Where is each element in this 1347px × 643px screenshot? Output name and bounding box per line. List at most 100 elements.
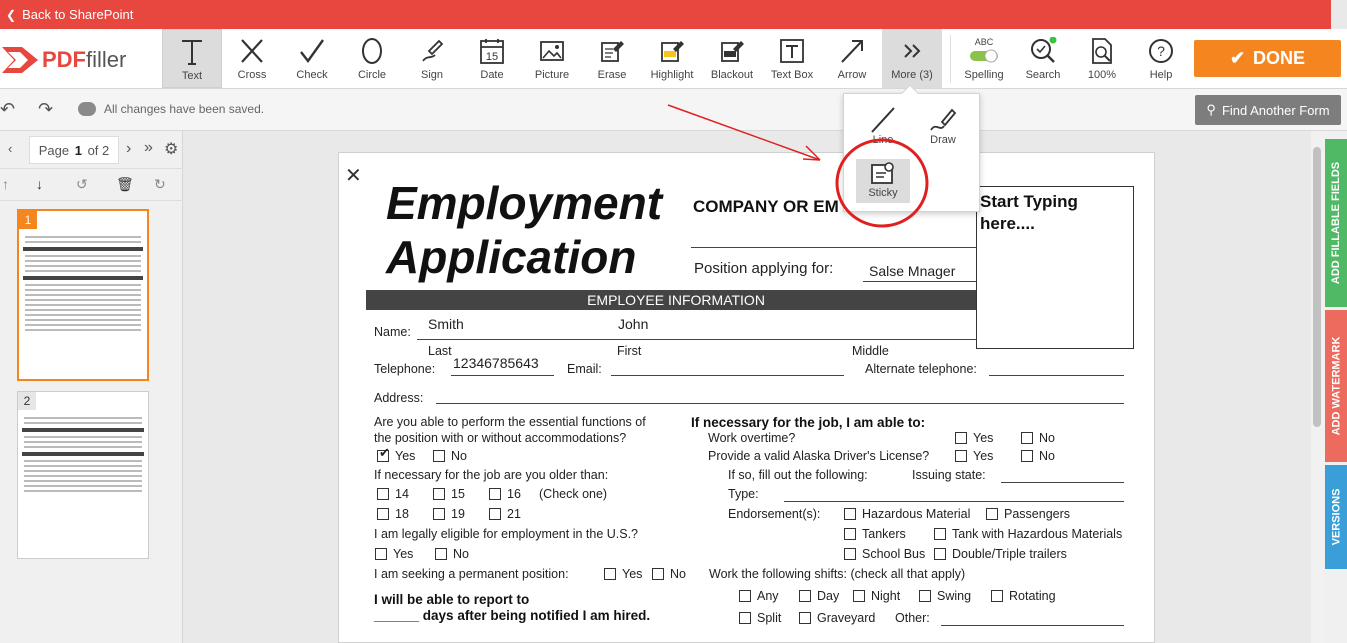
age-19-option[interactable]: 19 (433, 507, 465, 521)
spelling-toggle-icon (970, 49, 998, 63)
age-16-option[interactable]: 16 (489, 487, 521, 501)
text-icon (182, 40, 202, 65)
move-up-icon[interactable]: ↑ (2, 176, 9, 192)
tool-search[interactable]: Search (1013, 29, 1073, 88)
shift-graveyard[interactable]: Graveyard (799, 611, 875, 625)
gear-icon[interactable]: ⚙ (164, 139, 178, 159)
permanent-yes-option[interactable]: Yes (604, 567, 642, 581)
first-name-field[interactable]: John (618, 316, 648, 332)
tool-zoom[interactable]: 100% (1072, 29, 1132, 88)
tool-cross[interactable]: Cross (222, 29, 282, 88)
tool-text[interactable]: Text (162, 29, 222, 88)
check-icon (300, 39, 324, 64)
document-scrollbar[interactable] (1311, 131, 1324, 643)
permanent-no-option[interactable]: No (652, 567, 686, 581)
scrollbar-thumb[interactable] (1313, 147, 1321, 427)
rotate-right-icon[interactable]: ↻ (154, 176, 166, 193)
shift-rotating[interactable]: Rotating (991, 589, 1056, 603)
tool-arrow[interactable]: Arrow (822, 29, 882, 88)
eligible-yes-option[interactable]: Yes (375, 547, 413, 561)
svg-text:15: 15 (486, 51, 498, 63)
endorse-hazmat[interactable]: Hazardous Material (844, 507, 970, 521)
shift-any[interactable]: Any (739, 589, 779, 603)
redo-icon[interactable]: ↷ (38, 99, 53, 120)
thumbnail-content (19, 211, 147, 331)
shift-day[interactable]: Day (799, 589, 839, 603)
undo-icon[interactable]: ↶ (0, 99, 15, 120)
age-21-option[interactable]: 21 (489, 507, 521, 521)
tab-versions[interactable]: VERSIONS (1325, 465, 1347, 569)
search-icon (1031, 37, 1057, 63)
eligible-no-option[interactable]: No (435, 547, 469, 561)
last-page-icon[interactable]: » (144, 139, 153, 157)
tool-help[interactable]: ? Help (1131, 29, 1191, 88)
find-another-form-button[interactable]: ⚲ Find Another Form (1195, 95, 1341, 125)
pdffiller-wordmark: PDFfiller (42, 47, 127, 72)
q1-no-option[interactable]: No (433, 449, 467, 463)
company-label: COMPANY OR EM (693, 197, 839, 216)
q1-yes-option[interactable]: ✔ Yes (377, 445, 415, 463)
shift-split[interactable]: Split (739, 611, 781, 625)
telephone-field[interactable]: 12346785643 (453, 355, 539, 371)
prev-page-icon[interactable]: ‹ (8, 141, 12, 156)
search-icon: ⚲ (1206, 102, 1216, 117)
pdffiller-logo-icon (0, 43, 38, 77)
chat-bubble-icon (78, 102, 96, 116)
age-18-option[interactable]: 18 (377, 507, 409, 521)
overtime-no-option[interactable]: No (1021, 431, 1055, 445)
tool-erase[interactable]: Erase (582, 29, 642, 88)
back-label: Back to SharePoint (22, 7, 134, 22)
arrow-icon (841, 40, 863, 63)
age-14-option[interactable]: 14 (377, 487, 409, 501)
erase-icon (601, 41, 624, 62)
tool-picture[interactable]: Picture (522, 29, 582, 88)
trash-icon[interactable]: 🗑 (116, 176, 134, 193)
zoom-icon (1092, 38, 1112, 64)
tool-check[interactable]: Check (282, 29, 342, 88)
typing-text-box[interactable]: Start Typing here.... (976, 186, 1134, 349)
tool-spelling[interactable]: ABC Spelling (954, 29, 1014, 88)
page-thumbnail-1[interactable]: 1 (17, 209, 149, 381)
checkbox-checked[interactable]: ✔ (377, 445, 390, 462)
done-button[interactable]: ✔ DONE (1194, 40, 1341, 77)
overtime-yes-option[interactable]: Yes (955, 431, 993, 445)
tool-circle[interactable]: Circle (342, 29, 402, 88)
back-to-sharepoint-link[interactable]: ❮ Back to SharePoint (0, 0, 1331, 29)
tab-add-fillable-fields[interactable]: ADD FILLABLE FIELDS (1325, 139, 1347, 307)
endorse-tank-hazmat[interactable]: Tank with Hazardous Materials (934, 527, 1122, 541)
cross-icon (241, 39, 263, 63)
next-page-icon[interactable]: › (126, 140, 131, 158)
rotate-left-icon[interactable]: ↺ (76, 176, 88, 193)
endorse-double-triple[interactable]: Double/Triple trailers (934, 547, 1067, 561)
position-field[interactable]: Salse Mnager (869, 263, 955, 279)
tool-sign[interactable]: Sign (402, 29, 462, 88)
chevron-left-icon: ❮ (6, 7, 17, 22)
name-label: Name: (374, 325, 411, 339)
last-name-field[interactable]: Smith (428, 316, 464, 332)
save-status: All changes have been saved. (78, 102, 264, 116)
page-indicator[interactable]: Page 1 of 2 (29, 136, 119, 164)
tool-blackout[interactable]: Blackout (702, 29, 762, 88)
highlight-icon (661, 41, 684, 62)
license-yes-option[interactable]: Yes (955, 449, 993, 463)
shift-swing[interactable]: Swing (919, 589, 971, 603)
endorse-passengers[interactable]: Passengers (986, 507, 1070, 521)
tool-date[interactable]: 15 Date (462, 29, 522, 88)
page-thumbnail-2[interactable]: 2 (17, 391, 149, 559)
age-15-option[interactable]: 15 (433, 487, 465, 501)
section-header: EMPLOYEE INFORMATION (366, 290, 986, 310)
tool-more[interactable]: More (3) (882, 29, 942, 88)
shift-night[interactable]: Night (853, 589, 900, 603)
circle-icon (362, 38, 382, 64)
doc-title-line2: Application (386, 231, 637, 283)
doc-title-line1: Employment (386, 177, 663, 229)
tab-add-watermark[interactable]: ADD WATERMARK (1325, 310, 1347, 462)
tool-text-box[interactable]: Text Box (762, 29, 822, 88)
thumbnail-content (18, 392, 148, 492)
tool-highlight[interactable]: Highlight (642, 29, 702, 88)
endorse-school-bus[interactable]: School Bus (844, 547, 925, 561)
endorse-tankers[interactable]: Tankers (844, 527, 906, 541)
move-down-icon[interactable]: ↓ (36, 176, 43, 192)
close-icon[interactable]: ✕ (345, 163, 362, 188)
license-no-option[interactable]: No (1021, 449, 1055, 463)
